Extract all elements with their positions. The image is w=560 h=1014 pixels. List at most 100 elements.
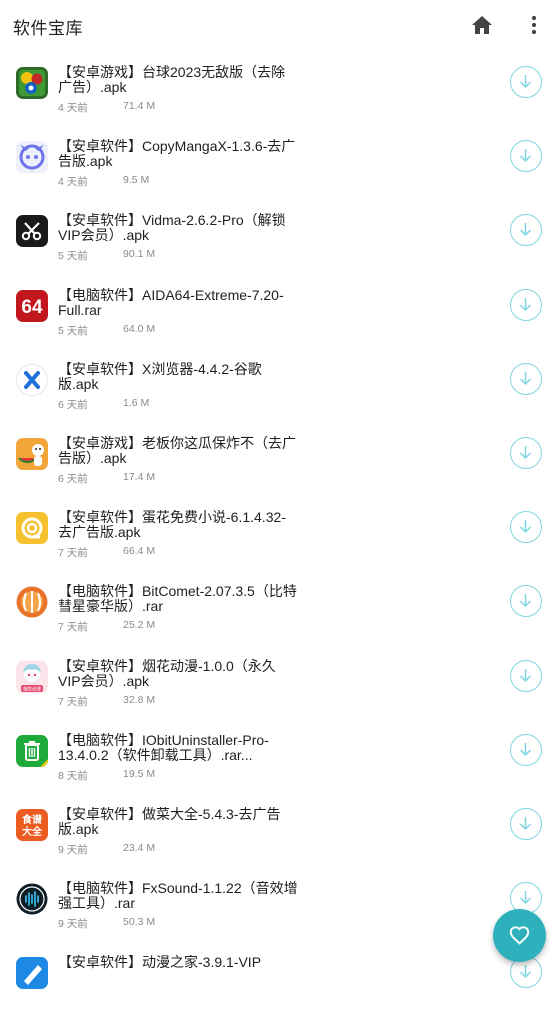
file-time: 9 天前 bbox=[58, 843, 88, 856]
favorite-fab-button[interactable] bbox=[493, 909, 546, 962]
list-item[interactable]: 【安卓软件】动漫之家-3.9.1-VIP bbox=[0, 940, 560, 1014]
download-button[interactable] bbox=[510, 659, 542, 692]
download-arrow-icon bbox=[519, 520, 532, 534]
file-time: 4 天前 bbox=[58, 102, 88, 114]
file-meta: 6 天前 17.4 M bbox=[58, 471, 155, 486]
list-item[interactable]: 【安卓软件】CopyMangaX-1.3.6-去广告版.apk 4 天前 9.5… bbox=[0, 124, 560, 198]
list-item[interactable]: 【安卓软件】X浏览器-4.4.2-谷歌版.apk 6 天前 1.6 M bbox=[0, 347, 560, 421]
file-size: 9.5 M bbox=[123, 174, 150, 187]
file-time: 5 天前 bbox=[58, 324, 88, 337]
file-name: 【安卓软件】蛋花免费小说-6.1.4.32-去广告版.apk bbox=[58, 510, 286, 541]
file-meta: 9 天前 50.3 M bbox=[58, 916, 155, 931]
vidma-icon bbox=[16, 215, 48, 248]
file-time: 7 天前 bbox=[58, 621, 88, 634]
download-arrow-icon bbox=[519, 297, 532, 311]
file-name: 【电脑软件】FxSound-1.1.22（音效增强工具）.rar bbox=[58, 881, 298, 912]
dmzj-icon bbox=[16, 957, 48, 990]
file-size: 1.6 M bbox=[123, 396, 150, 409]
aida64-icon-text: 64 bbox=[21, 297, 43, 318]
app-bar: 软件宝库 bbox=[0, 0, 560, 50]
list-item[interactable]: 【电脑软件】FxSound-1.1.22（音效增强工具）.rar 9 天前 50… bbox=[0, 866, 560, 940]
file-size: 32.8 M bbox=[123, 693, 156, 706]
file-time: 5 天前 bbox=[58, 250, 88, 263]
recipe-icon-text-top: 食谱 bbox=[21, 813, 42, 826]
file-size: 25.2 M bbox=[123, 619, 156, 632]
file-size: 50.3 M bbox=[123, 916, 156, 929]
download-button[interactable] bbox=[510, 214, 542, 247]
download-arrow-icon bbox=[519, 816, 532, 830]
list-item[interactable]: 烟花动漫 【安卓软件】烟花动漫-1.0.0（永久VIP会员）.apk 7 天前 … bbox=[0, 644, 560, 718]
file-size: 17.4 M bbox=[123, 470, 156, 483]
home-icon[interactable] bbox=[470, 14, 494, 36]
download-button[interactable] bbox=[510, 733, 542, 766]
yanhua-icon-text: 烟花动漫 bbox=[23, 685, 41, 692]
download-button[interactable] bbox=[510, 585, 542, 618]
file-time: 7 天前 bbox=[58, 547, 88, 560]
file-meta: 4 天前 71.4 M bbox=[58, 100, 155, 115]
file-name: 【电脑软件】IObitUninstaller-Pro-13.4.0.2（软件卸载… bbox=[58, 732, 269, 763]
file-name: 【安卓软件】CopyMangaX-1.3.6-去广告版.apk bbox=[58, 139, 296, 170]
file-size: 23.4 M bbox=[123, 841, 156, 854]
file-size: 66.4 M bbox=[123, 545, 156, 558]
file-time: 7 天前 bbox=[58, 695, 88, 708]
file-meta: 7 天前 32.8 M bbox=[58, 694, 155, 709]
x-browser-icon bbox=[16, 363, 48, 396]
file-meta: 5 天前 90.1 M bbox=[58, 248, 155, 263]
download-button[interactable] bbox=[510, 66, 542, 98]
file-meta: 5 天前 64.0 M bbox=[58, 323, 155, 338]
file-meta: 7 天前 25.2 M bbox=[58, 619, 155, 634]
file-name: 【安卓软件】Vidma-2.6.2-Pro（解锁VIP会员）.apk bbox=[58, 213, 286, 244]
watermelon-game-icon bbox=[16, 437, 48, 470]
file-name: 【电脑软件】AIDA64-Extreme-7.20-Full.rar bbox=[58, 287, 284, 318]
more-vert-icon[interactable] bbox=[524, 13, 544, 37]
bitcomet-icon bbox=[16, 586, 48, 618]
download-arrow-icon bbox=[519, 891, 532, 905]
danhua-novel-icon bbox=[16, 512, 48, 545]
file-meta: 7 天前 66.4 M bbox=[58, 545, 155, 560]
download-button[interactable] bbox=[510, 436, 542, 469]
download-button[interactable] bbox=[510, 807, 542, 840]
file-name: 【安卓游戏】台球2023无敌版（去除广告）.apk bbox=[58, 65, 286, 95]
yanhua-anime-icon: 烟花动漫 bbox=[16, 660, 48, 693]
file-name: 【安卓软件】X浏览器-4.4.2-谷歌版.apk bbox=[58, 361, 262, 392]
download-arrow-icon bbox=[519, 965, 532, 979]
file-meta: 8 天前 19.5 M bbox=[58, 768, 155, 783]
billiards-icon bbox=[16, 67, 48, 99]
download-button[interactable] bbox=[510, 511, 542, 544]
recipe-icon-text-bottom: 大全 bbox=[22, 825, 43, 838]
list-item[interactable]: 【安卓游戏】台球2023无敌版（去除广告）.apk 4 天前 71.4 M bbox=[0, 50, 560, 124]
list-item[interactable]: 【电脑软件】IObitUninstaller-Pro-13.4.0.2（软件卸载… bbox=[0, 718, 560, 792]
file-name: 【安卓软件】烟花动漫-1.0.0（永久VIP会员）.apk bbox=[58, 658, 276, 689]
copymanga-icon bbox=[16, 141, 48, 174]
list-item[interactable]: 食谱 大全 【安卓软件】做菜大全-5.4.3-去广告版.apk 9 天前 23.4… bbox=[0, 792, 560, 866]
file-time: 6 天前 bbox=[58, 472, 88, 485]
file-name: 【安卓游戏】老板你这瓜保炸不（去广告版）.apk bbox=[58, 435, 296, 466]
download-button[interactable] bbox=[510, 140, 542, 173]
aida64-icon: 64 bbox=[16, 289, 48, 322]
download-arrow-icon bbox=[519, 223, 532, 237]
file-name: 【安卓软件】动漫之家-3.9.1-VIP bbox=[58, 955, 262, 971]
file-meta: 4 天前 9.5 M bbox=[58, 174, 149, 189]
file-name: 【安卓软件】做菜大全-5.4.3-去广告版.apk bbox=[58, 806, 281, 837]
heart-icon bbox=[509, 926, 530, 945]
fxsound-icon bbox=[16, 883, 48, 915]
file-time: 6 天前 bbox=[58, 398, 88, 411]
file-size: 71.4 M bbox=[123, 100, 156, 112]
list-item[interactable]: 【安卓软件】蛋花免费小说-6.1.4.32-去广告版.apk 7 天前 66.4… bbox=[0, 495, 560, 569]
list-item[interactable]: 【电脑软件】BitComet-2.07.3.5（比特彗星豪华版）.rar 7 天… bbox=[0, 569, 560, 643]
file-meta: 6 天前 1.6 M bbox=[58, 397, 149, 412]
download-button[interactable] bbox=[510, 362, 542, 395]
recipe-icon: 食谱 大全 bbox=[16, 808, 48, 841]
file-size: 90.1 M bbox=[123, 248, 156, 261]
file-size: 19.5 M bbox=[123, 767, 156, 780]
file-time: 8 天前 bbox=[58, 769, 88, 782]
list-item[interactable]: 【安卓游戏】老板你这瓜保炸不（去广告版）.apk 6 天前 17.4 M bbox=[0, 421, 560, 495]
list-item[interactable]: 64 【电脑软件】AIDA64-Extreme-7.20-Full.rar 5 … bbox=[0, 273, 560, 347]
download-button[interactable] bbox=[510, 288, 542, 321]
download-arrow-icon bbox=[519, 149, 532, 163]
file-size: 64.0 M bbox=[123, 322, 156, 335]
download-arrow-icon bbox=[519, 594, 532, 608]
list-item[interactable]: 【安卓软件】Vidma-2.6.2-Pro（解锁VIP会员）.apk 5 天前 … bbox=[0, 198, 560, 272]
download-arrow-icon bbox=[519, 668, 532, 682]
download-arrow-icon bbox=[519, 445, 532, 459]
